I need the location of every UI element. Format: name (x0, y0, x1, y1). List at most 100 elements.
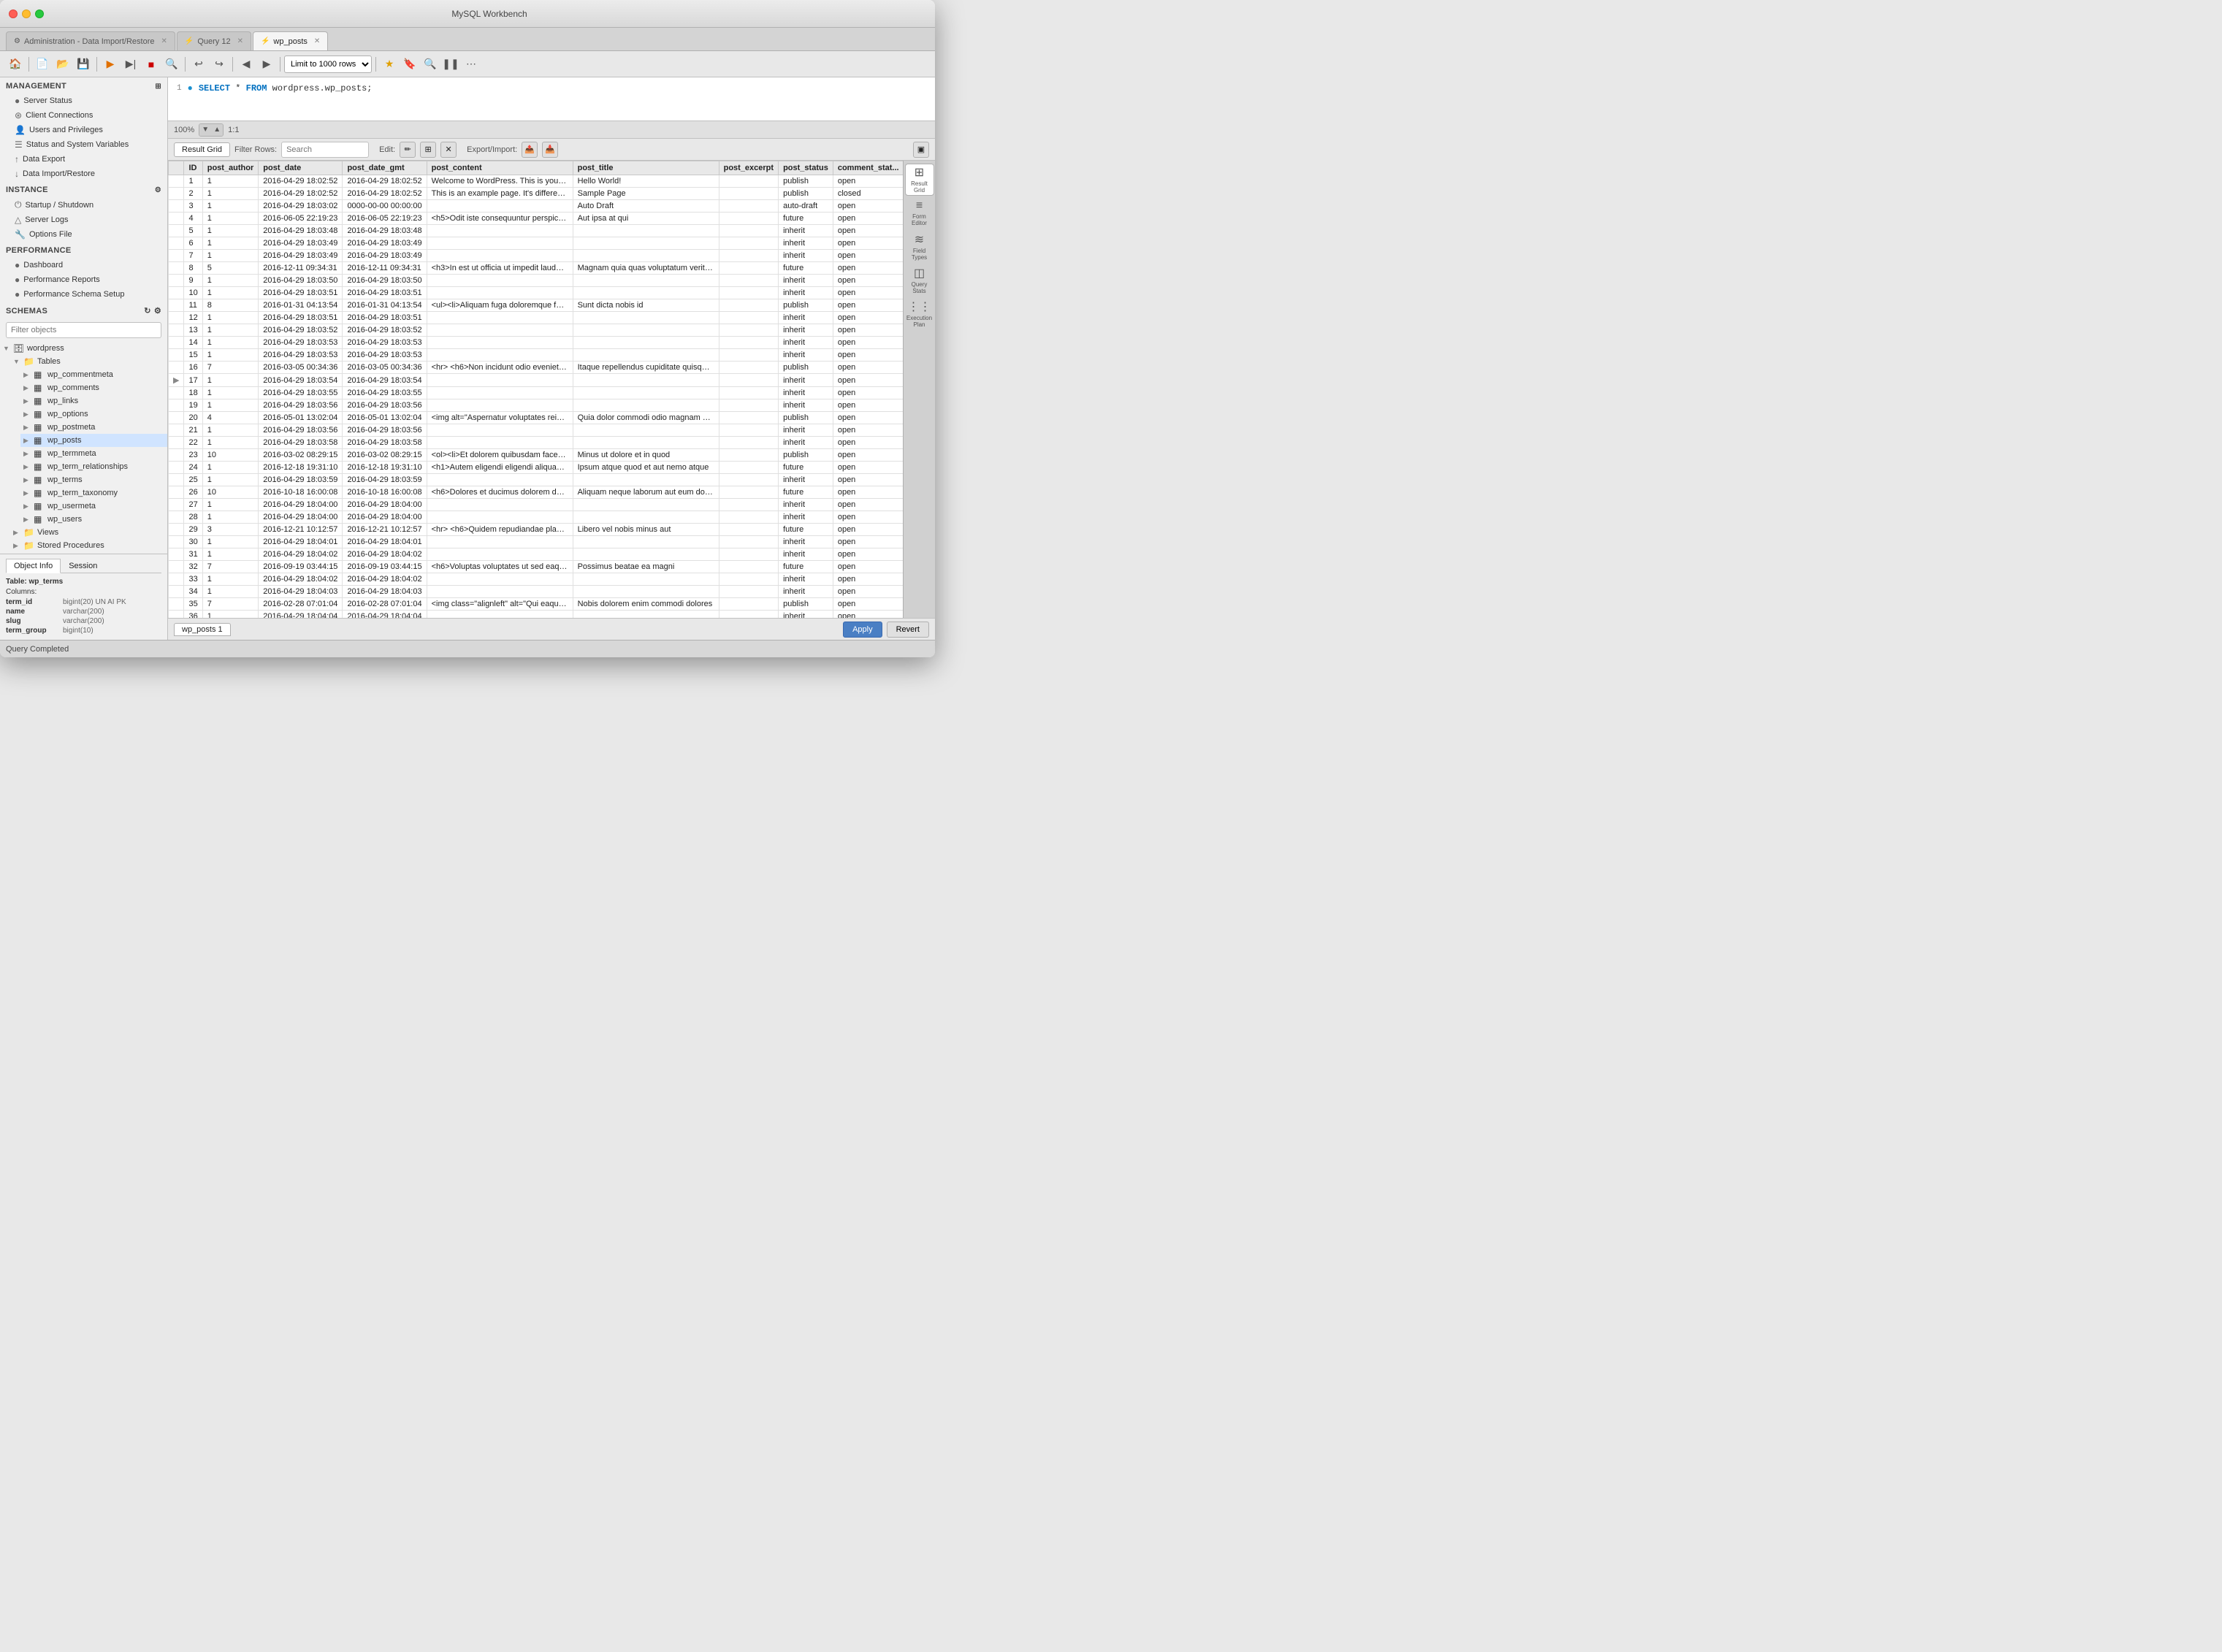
table-row[interactable]: 1812016-04-29 18:03:552016-04-29 18:03:5… (169, 387, 904, 399)
table-row[interactable]: 1412016-04-29 18:03:532016-04-29 18:03:5… (169, 337, 904, 349)
table-row[interactable]: 1512016-04-29 18:03:532016-04-29 18:03:5… (169, 349, 904, 362)
toolbar-format-btn[interactable]: ❚❚ (441, 55, 460, 74)
table-row[interactable]: 3012016-04-29 18:04:012016-04-29 18:04:0… (169, 536, 904, 548)
table-wp-links[interactable]: ▶ ▦ wp_links (20, 394, 167, 408)
wp-posts-result-tab[interactable]: wp_posts 1 (174, 623, 231, 636)
wp-posts-tab-close[interactable]: ✕ (314, 37, 320, 45)
schemas-settings-icon[interactable]: ⚙ (154, 306, 161, 316)
zoom-up-btn[interactable]: ▲ (211, 124, 223, 136)
table-row[interactable]: ▶1712016-04-29 18:03:542016-04-29 18:03:… (169, 374, 904, 387)
toolbar-next-btn[interactable]: ▶ (257, 55, 276, 74)
col-header-post-content[interactable]: post_content (427, 161, 573, 175)
sidebar-item-users-privileges[interactable]: 👤 Users and Privileges (0, 123, 167, 137)
tab-admin[interactable]: ⚙ Administration - Data Import/Restore ✕ (6, 31, 175, 50)
table-row[interactable]: 2112016-04-29 18:03:562016-04-29 18:03:5… (169, 424, 904, 437)
table-wp-termmeta[interactable]: ▶ ▦ wp_termmeta (20, 447, 167, 460)
sidebar-item-dashboard[interactable]: ● Dashboard (0, 258, 167, 272)
col-header-comment-status[interactable]: comment_stat... (833, 161, 903, 175)
import-btn[interactable]: 📥 (542, 142, 558, 158)
table-row[interactable]: 112016-04-29 18:02:522016-04-29 18:02:52… (169, 175, 904, 188)
table-row[interactable]: 1182016-01-31 04:13:542016-01-31 04:13:5… (169, 299, 904, 312)
toolbar-stop-btn[interactable]: ■ (142, 55, 161, 74)
table-wp-usermeta[interactable]: ▶ ▦ wp_usermeta (20, 500, 167, 513)
table-row[interactable]: 2712016-04-29 18:04:002016-04-29 18:04:0… (169, 499, 904, 511)
zoom-down-btn[interactable]: ▼ (199, 124, 211, 136)
toolbar-save-btn[interactable]: 💾 (74, 55, 93, 74)
right-result-grid-btn[interactable]: ⊞ Result Grid (905, 164, 934, 196)
session-tab[interactable]: Session (61, 559, 105, 573)
search-input[interactable] (281, 142, 369, 158)
col-header-post-date-gmt[interactable]: post_date_gmt (343, 161, 427, 175)
toolbar-search-btn[interactable]: 🔍 (421, 55, 440, 74)
sidebar-item-server-status[interactable]: ● Server Status (0, 93, 167, 108)
table-row[interactable]: 612016-04-29 18:03:492016-04-29 18:03:49… (169, 237, 904, 250)
table-wp-term-relationships[interactable]: ▶ ▦ wp_term_relationships (20, 460, 167, 473)
table-row[interactable]: 3572016-02-28 07:01:042016-02-28 07:01:0… (169, 598, 904, 611)
right-form-editor-btn[interactable]: ≡ Form Editor (905, 197, 934, 229)
col-header-post-excerpt[interactable]: post_excerpt (719, 161, 778, 175)
sidebar-item-startup[interactable]: ⏻ Startup / Shutdown (0, 197, 167, 213)
toolbar-run-btn[interactable]: ▶ (101, 55, 120, 74)
views-folder[interactable]: ▶ 📁 Views (10, 526, 167, 539)
limit-select[interactable]: Limit to 1000 rows (284, 56, 372, 73)
table-row[interactable]: 3612016-04-29 18:04:042016-04-29 18:04:0… (169, 611, 904, 619)
edit-copy-btn[interactable]: ⊞ (420, 142, 436, 158)
table-row[interactable]: 1212016-04-29 18:03:512016-04-29 18:03:5… (169, 312, 904, 324)
maximize-button[interactable] (35, 9, 44, 18)
toolbar-bookmark-btn[interactable]: 🔖 (400, 55, 419, 74)
apply-button[interactable]: Apply (843, 622, 882, 638)
table-row[interactable]: 912016-04-29 18:03:502016-04-29 18:03:50… (169, 275, 904, 287)
table-wp-comments[interactable]: ▶ ▦ wp_comments (20, 381, 167, 394)
toolbar-star-btn[interactable]: ★ (380, 55, 399, 74)
table-row[interactable]: 1912016-04-29 18:03:562016-04-29 18:03:5… (169, 399, 904, 412)
stored-procedures-folder[interactable]: ▶ 📁 Stored Procedures (10, 539, 167, 552)
grid-view-btn[interactable]: ▣ (913, 142, 929, 158)
right-query-stats-btn[interactable]: ◫ Query Stats (905, 264, 934, 297)
sidebar-item-performance-schema[interactable]: ● Performance Schema Setup (0, 287, 167, 302)
sidebar-item-performance-reports[interactable]: ● Performance Reports (0, 272, 167, 287)
schema-wordpress[interactable]: ▼ 🗄 wordpress (0, 342, 167, 355)
table-wp-term-taxonomy[interactable]: ▶ ▦ wp_term_taxonomy (20, 486, 167, 500)
table-wp-users[interactable]: ▶ ▦ wp_users (20, 513, 167, 526)
table-wp-terms[interactable]: ▶ ▦ wp_terms (20, 473, 167, 486)
toolbar-explain-btn[interactable]: 🔍 (162, 55, 181, 74)
table-wp-commentmeta[interactable]: ▶ ▦ wp_commentmeta (20, 368, 167, 381)
toolbar-prev-btn[interactable]: ◀ (237, 55, 256, 74)
table-row[interactable]: 1672016-03-05 00:34:362016-03-05 00:34:3… (169, 362, 904, 374)
table-row[interactable]: 712016-04-29 18:03:492016-04-29 18:03:49… (169, 250, 904, 262)
zoom-stepper[interactable]: ▼ ▲ (199, 123, 224, 137)
sidebar-item-client-connections[interactable]: ⊛ Client Connections (0, 108, 167, 123)
export-btn[interactable]: 📤 (522, 142, 538, 158)
table-row[interactable]: 312016-04-29 18:03:020000-00-00 00:00:00… (169, 200, 904, 213)
table-row[interactable]: 26102016-10-18 16:00:082016-10-18 16:00:… (169, 486, 904, 499)
toolbar-more-btn[interactable]: ⋯ (462, 55, 481, 74)
table-row[interactable]: 23102016-03-02 08:29:152016-03-02 08:29:… (169, 449, 904, 462)
sidebar-item-data-export[interactable]: ↑ Data Export (0, 152, 167, 167)
table-wp-posts[interactable]: ▶ ▦ wp_posts (20, 434, 167, 447)
right-execution-plan-btn[interactable]: ⋮⋮ Execution Plan (905, 298, 934, 330)
edit-pencil-btn[interactable]: ✏ (400, 142, 416, 158)
table-row[interactable]: 1012016-04-29 18:03:512016-04-29 18:03:5… (169, 287, 904, 299)
table-row[interactable]: 2412016-12-18 19:31:102016-12-18 19:31:1… (169, 462, 904, 474)
query12-tab-close[interactable]: ✕ (237, 37, 243, 45)
table-row[interactable]: 2932016-12-21 10:12:572016-12-21 10:12:5… (169, 524, 904, 536)
object-info-tab[interactable]: Object Info (6, 559, 61, 573)
schemas-refresh-icon[interactable]: ↻ (144, 306, 151, 316)
sidebar-item-status-variables[interactable]: ☰ Status and System Variables (0, 137, 167, 152)
revert-button[interactable]: Revert (887, 622, 929, 638)
toolbar-new-query-btn[interactable]: 📄 (33, 55, 52, 74)
table-row[interactable]: 3312016-04-29 18:04:022016-04-29 18:04:0… (169, 573, 904, 586)
table-row[interactable]: 2212016-04-29 18:03:582016-04-29 18:03:5… (169, 437, 904, 449)
table-wp-options[interactable]: ▶ ▦ wp_options (20, 408, 167, 421)
right-field-types-btn[interactable]: ≋ Field Types (905, 231, 934, 263)
toolbar-open-btn[interactable]: 📂 (53, 55, 72, 74)
table-row[interactable]: 3272016-09-19 03:44:152016-09-19 03:44:1… (169, 561, 904, 573)
query-editor[interactable]: 1 ● SELECT * FROM SELECT * FROM wordpres… (168, 77, 935, 121)
col-header-post-date[interactable]: post_date (259, 161, 343, 175)
col-header-post-author[interactable]: post_author (202, 161, 259, 175)
data-grid-container[interactable]: ID post_author post_date post_date_gmt p… (168, 161, 903, 618)
sidebar-item-options-file[interactable]: 🔧 Options File (0, 227, 167, 242)
table-row[interactable]: 2042016-05-01 13:02:042016-05-01 13:02:0… (169, 412, 904, 424)
table-row[interactable]: 212016-04-29 18:02:522016-04-29 18:02:52… (169, 188, 904, 200)
table-row[interactable]: 852016-12-11 09:34:312016-12-11 09:34:31… (169, 262, 904, 275)
